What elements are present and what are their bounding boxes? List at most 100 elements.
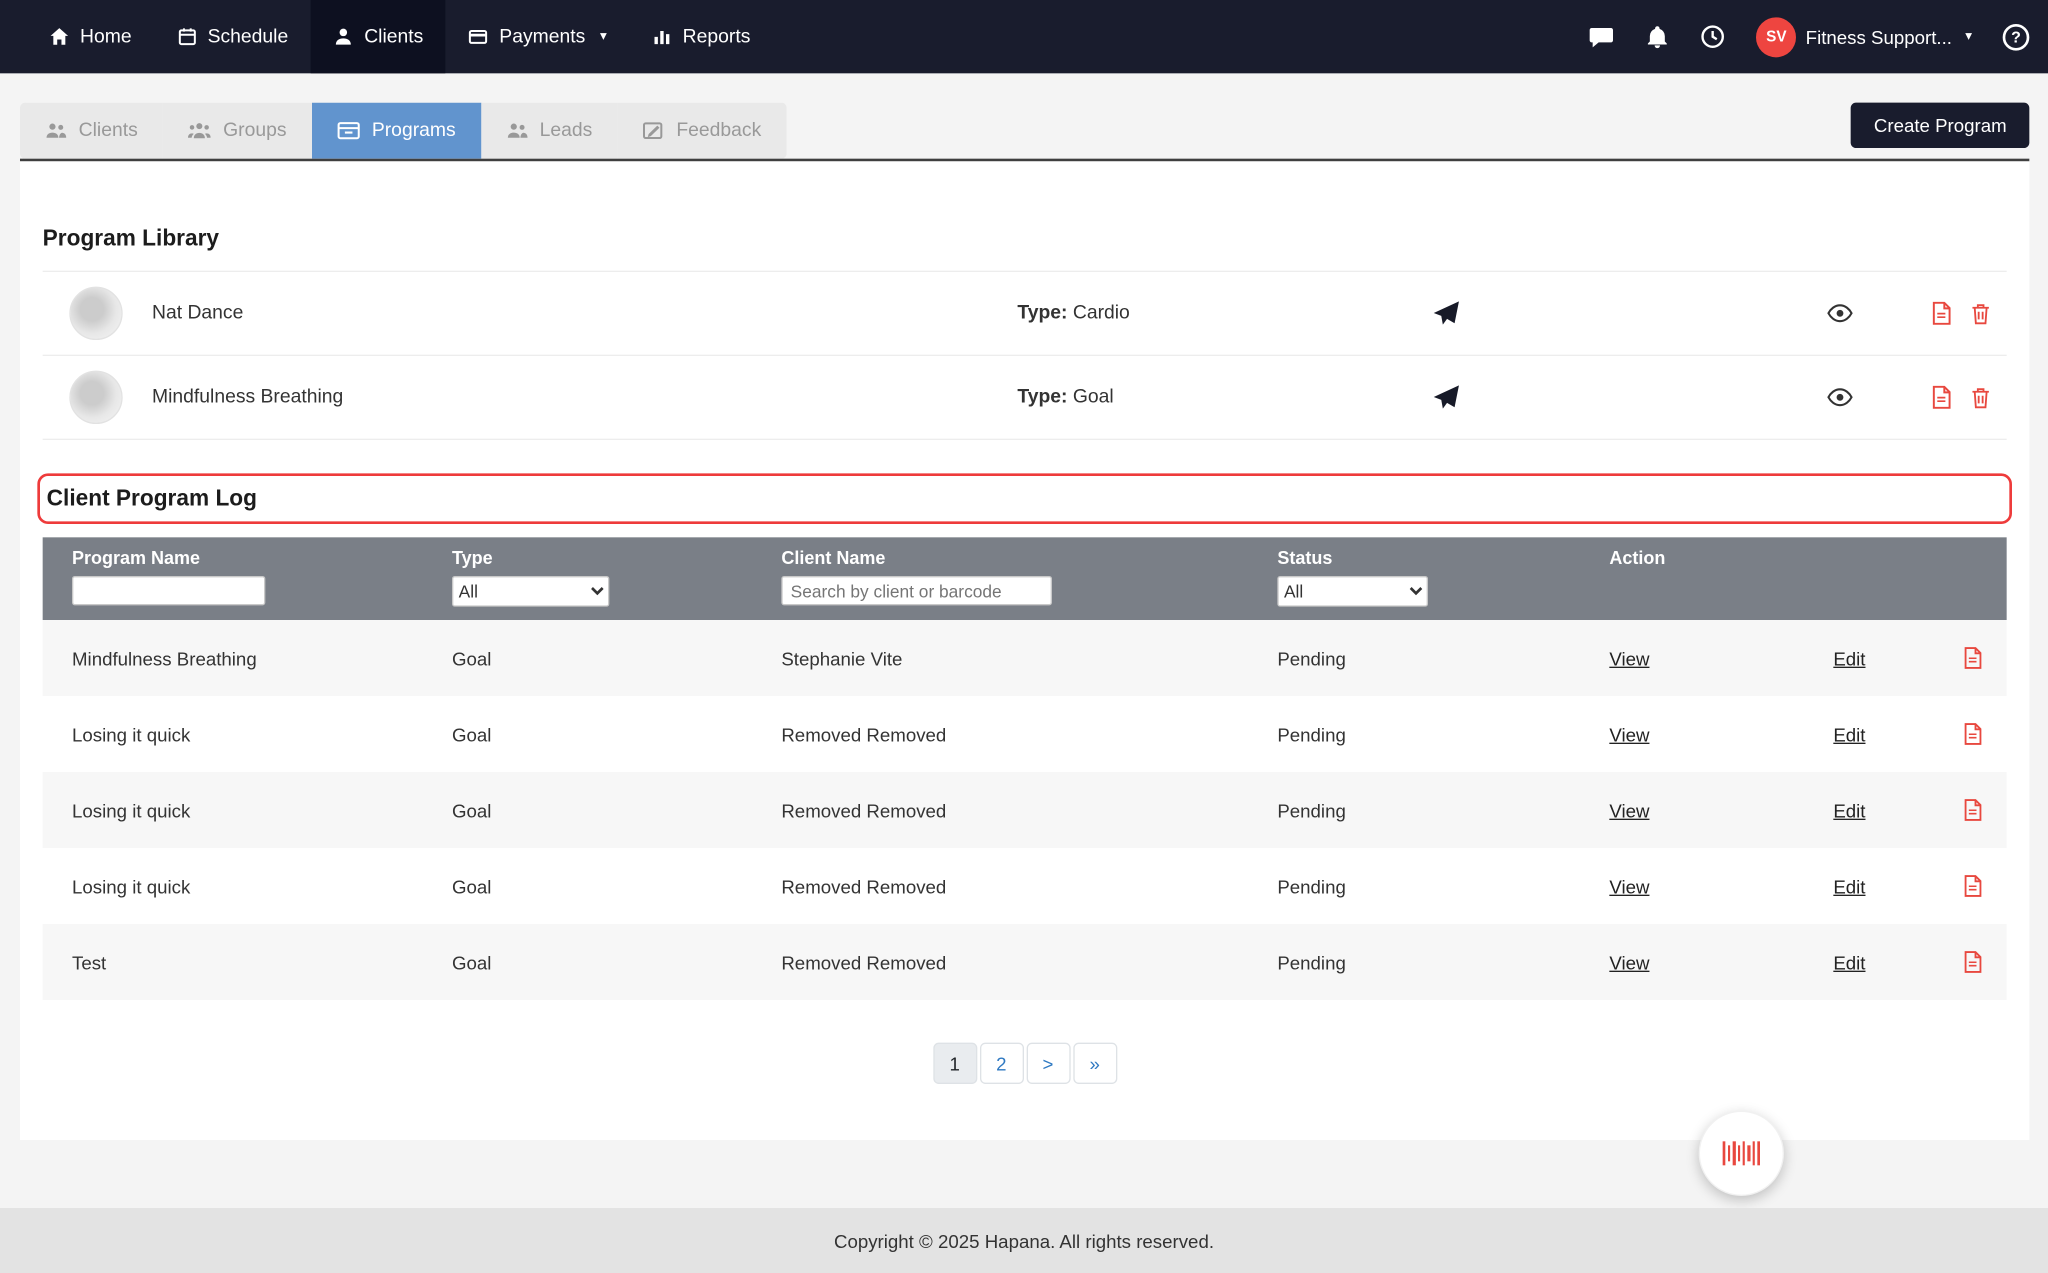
pdf-icon[interactable]: [1963, 799, 1983, 822]
tab-label: Groups: [223, 120, 286, 141]
bar-chart-icon: [652, 27, 672, 47]
nav-item-reports[interactable]: Reports: [629, 0, 773, 73]
edit-link[interactable]: Edit: [1833, 875, 1865, 896]
view-icon[interactable]: [1827, 303, 1854, 324]
pdf-icon[interactable]: [1963, 647, 1983, 670]
people-icon: [45, 121, 66, 140]
trash-icon[interactable]: [1971, 302, 1991, 325]
program-actions: [1827, 301, 2007, 325]
client-program-log-table: Program Name Type All Client Name Status: [43, 537, 2007, 1000]
status-filter-select[interactable]: All: [1277, 576, 1428, 607]
tab-label: Clients: [79, 120, 138, 141]
program-library-list: Nat Dance Type: Cardio: [43, 271, 2007, 440]
cell-program: Losing it quick: [72, 875, 452, 896]
chevron-down-icon: ▾: [600, 29, 607, 44]
payments-icon: [469, 27, 489, 47]
tabs-toolbar: Clients Groups Programs Leads: [0, 73, 2048, 158]
cell-status: Pending: [1277, 647, 1609, 668]
tab-clients[interactable]: Clients: [20, 103, 163, 159]
tab-label: Leads: [540, 120, 593, 141]
column-status: Status All: [1277, 548, 1609, 607]
cell-client: Removed Removed: [781, 723, 1277, 744]
tab-label: Feedback: [676, 120, 761, 141]
program-type: Type: Cardio: [1017, 303, 1432, 324]
chat-icon[interactable]: [1588, 23, 1615, 50]
view-link[interactable]: View: [1609, 799, 1649, 820]
pdf-icon[interactable]: [1963, 875, 1983, 898]
edit-link[interactable]: Edit: [1833, 647, 1865, 668]
cell-status: Pending: [1277, 799, 1609, 820]
clock-icon[interactable]: [1700, 24, 1725, 49]
person-icon: [334, 27, 354, 47]
view-link[interactable]: View: [1609, 723, 1649, 744]
send-icon[interactable]: [1432, 383, 1460, 411]
nav-item-label: Clients: [364, 26, 423, 47]
send-icon[interactable]: [1432, 299, 1460, 327]
column-type: Type All: [452, 548, 781, 607]
program-library-row: Nat Dance Type: Cardio: [43, 272, 2007, 356]
tab-feedback[interactable]: Feedback: [618, 103, 787, 159]
nav-item-label: Payments: [499, 26, 585, 47]
bell-icon[interactable]: [1646, 25, 1670, 49]
tab-leads[interactable]: Leads: [481, 103, 618, 159]
cell-program: Losing it quick: [72, 723, 452, 744]
trash-icon[interactable]: [1971, 386, 1991, 409]
program-thumbnail: [69, 371, 122, 424]
cell-status: Pending: [1277, 875, 1609, 896]
pdf-icon[interactable]: [1963, 951, 1983, 974]
cell-action: View Edit: [1609, 951, 2006, 974]
navbar-right: SV Fitness Support... ▾ ?: [1588, 0, 2029, 73]
home-icon: [49, 27, 69, 47]
client-program-log-header: Client Program Log: [37, 473, 2012, 524]
cell-type: Goal: [452, 951, 781, 972]
cell-action: View Edit: [1609, 723, 2006, 746]
page-next-button[interactable]: >: [1026, 1043, 1070, 1084]
cell-program: Test: [72, 951, 452, 972]
pdf-icon[interactable]: [1931, 301, 1952, 325]
page-button-1[interactable]: 1: [933, 1043, 977, 1084]
program-actions: [1827, 385, 2007, 409]
account-menu[interactable]: SV Fitness Support... ▾: [1756, 17, 1972, 57]
view-icon[interactable]: [1827, 387, 1854, 408]
edit-link[interactable]: Edit: [1833, 951, 1865, 972]
program-name: Nat Dance: [152, 303, 1017, 324]
cell-type: Goal: [452, 723, 781, 744]
nav-item-label: Schedule: [208, 26, 289, 47]
table-header: Program Name Type All Client Name Status: [43, 537, 2007, 620]
nav-item-clients[interactable]: Clients: [311, 0, 446, 73]
table-row: Losing it quick Goal Removed Removed Pen…: [43, 772, 2007, 848]
footer: Copyright © 2025 Hapana. All rights rese…: [0, 1208, 2048, 1273]
program-type: Type: Goal: [1017, 387, 1432, 408]
column-program-name: Program Name: [72, 548, 452, 607]
page-button-2[interactable]: 2: [979, 1043, 1023, 1084]
view-link[interactable]: View: [1609, 951, 1649, 972]
copyright-text: Copyright © 2025 Hapana. All rights rese…: [834, 1230, 1214, 1251]
cell-client: Stephanie Vite: [781, 647, 1277, 668]
cell-program: Losing it quick: [72, 799, 452, 820]
client-search-input[interactable]: [781, 576, 1052, 605]
view-link[interactable]: View: [1609, 875, 1649, 896]
pdf-icon[interactable]: [1931, 385, 1952, 409]
nav-item-schedule[interactable]: Schedule: [154, 0, 311, 73]
nav-item-label: Reports: [683, 26, 751, 47]
view-link[interactable]: View: [1609, 647, 1649, 668]
cell-client: Removed Removed: [781, 799, 1277, 820]
nav-item-home[interactable]: Home: [27, 0, 155, 73]
cell-action: View Edit: [1609, 647, 2006, 670]
pdf-icon[interactable]: [1963, 723, 1983, 746]
tab-programs[interactable]: Programs: [312, 103, 481, 159]
create-program-button[interactable]: Create Program: [1851, 103, 2029, 148]
type-filter-select[interactable]: All: [452, 576, 609, 607]
page: Home Schedule Clients Payments ▾: [0, 0, 2048, 1273]
cell-type: Goal: [452, 875, 781, 896]
edit-link[interactable]: Edit: [1833, 799, 1865, 820]
cell-client: Removed Removed: [781, 875, 1277, 896]
program-name-filter-input[interactable]: [72, 576, 265, 605]
barcode-scan-button[interactable]: [1699, 1111, 1784, 1196]
edit-link[interactable]: Edit: [1833, 723, 1865, 744]
tab-groups[interactable]: Groups: [163, 103, 312, 159]
chevron-down-icon: ▾: [1965, 29, 1972, 44]
help-icon[interactable]: ?: [2003, 23, 2030, 50]
nav-item-payments[interactable]: Payments ▾: [446, 0, 629, 73]
page-last-button[interactable]: »: [1073, 1043, 1117, 1084]
